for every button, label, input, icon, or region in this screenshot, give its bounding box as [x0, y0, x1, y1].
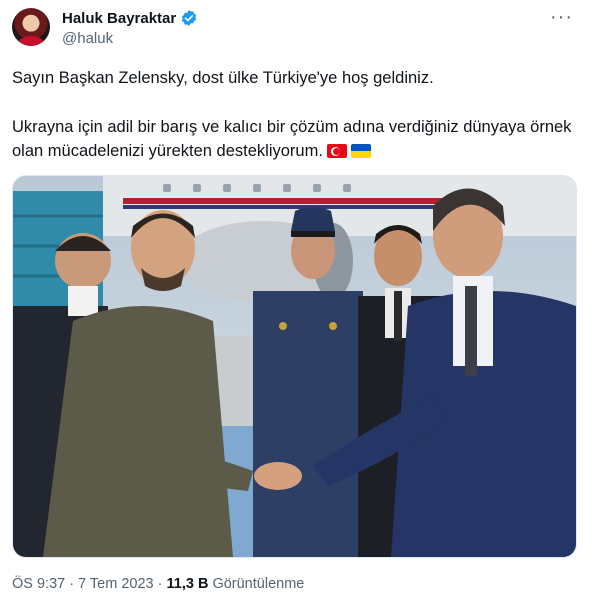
- avatar[interactable]: [12, 8, 50, 46]
- meta-separator: ·: [153, 576, 167, 592]
- tweet-date[interactable]: 7 Tem 2023: [78, 576, 154, 592]
- ukraine-flag-icon: [350, 144, 371, 158]
- turkey-flag-icon: [326, 144, 347, 158]
- tweet-meta: ÖS 9:37 · 7 Tem 2023 · 11,3 B Görüntülen…: [12, 576, 304, 592]
- tweet-time[interactable]: ÖS 9:37: [12, 576, 65, 592]
- author-row: Haluk Bayraktar: [62, 9, 198, 27]
- photo-illustration: [13, 176, 576, 557]
- tweet-text-line1: Sayın Başkan Zelensky, dost ülke Türkiye…: [12, 69, 434, 87]
- views-count: 11,3 B: [166, 576, 209, 592]
- more-options-icon[interactable]: ···: [550, 6, 573, 29]
- tweet-photo[interactable]: [12, 175, 577, 558]
- verified-badge-icon: [182, 10, 197, 26]
- tweet-text-body: Ukrayna için adil bir barış ve kalıcı bi…: [12, 118, 572, 160]
- tweet-text-line2: Ukrayna için adil bir barış ve kalıcı bi…: [12, 115, 572, 163]
- author-handle[interactable]: @haluk: [62, 30, 113, 47]
- author-name[interactable]: Haluk Bayraktar: [62, 10, 176, 27]
- meta-separator: ·: [65, 576, 79, 592]
- views-label: Görüntülenme: [208, 576, 305, 592]
